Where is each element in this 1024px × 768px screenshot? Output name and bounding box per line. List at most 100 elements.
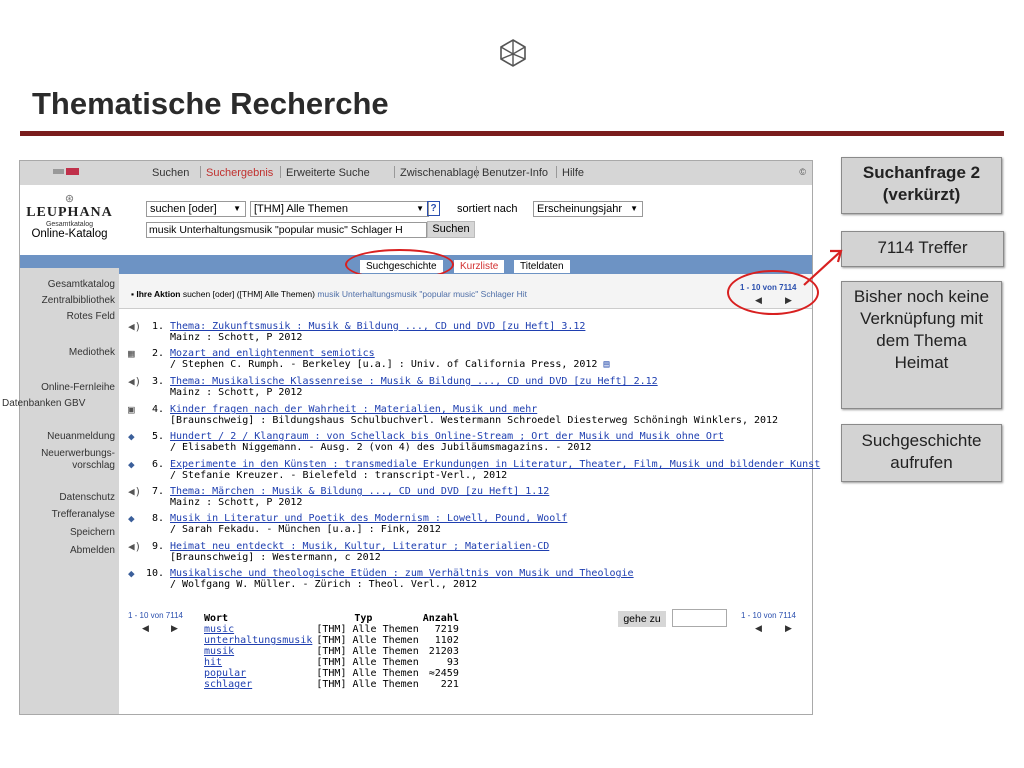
callout-query: Suchanfrage 2 (verkürzt): [841, 157, 1002, 214]
word-count: 21203: [428, 646, 459, 657]
language-switch[interactable]: [53, 167, 79, 176]
sidebar-item-fernleihe[interactable]: Online-Fernleihe: [41, 382, 115, 394]
result-number: 3.: [151, 376, 164, 387]
goto-button[interactable]: gehe zu: [618, 611, 666, 627]
search-button[interactable]: Suchen: [427, 221, 475, 238]
menu-separator: [556, 166, 557, 178]
table-row: hit [THM] Alle Themen 93: [202, 657, 461, 668]
menu-suchen[interactable]: Suchen: [152, 167, 189, 179]
result-meta: / Stefanie Kreuzer. - Bielefeld : transc…: [170, 470, 508, 481]
tab-titeldaten[interactable]: Titeldaten: [514, 260, 570, 273]
german-flag-icon[interactable]: [53, 169, 64, 175]
word-count: 1102: [434, 635, 459, 646]
action-query: musik Unterhaltungsmusik "popular music"…: [317, 289, 527, 299]
prev-page-icon[interactable]: ◀: [755, 623, 762, 634]
sort-label: sortiert nach: [457, 203, 518, 215]
action-label: Ihre Aktion: [136, 289, 181, 299]
search-mode-select[interactable]: suchen [oder] ▼: [146, 201, 246, 217]
next-page-icon[interactable]: ▶: [785, 623, 792, 634]
result-title[interactable]: Musik in Literatur und Poetik des Modern…: [170, 513, 567, 524]
result-title[interactable]: Thema: Zukunftsmusik : Musik & Bildung .…: [170, 321, 585, 332]
pagination-bottom-right: 1 - 10 von 7114: [741, 611, 797, 620]
table-row: schlager [THM] Alle Themen 221: [202, 679, 461, 690]
chevron-down-icon: ▼: [630, 204, 638, 213]
book-icon: ◆: [128, 567, 135, 580]
result-title[interactable]: Mozart and enlightenment semiotics: [170, 348, 375, 359]
sidebar-item-datenschutz[interactable]: Datenschutz: [59, 492, 115, 504]
action-text: ▪ Ihre Aktion suchen [oder] ([THM] Alle …: [131, 289, 527, 299]
menu-benutzer-info[interactable]: Benutzer-Info: [482, 167, 548, 179]
menu-suchergebnis[interactable]: Suchergebnis: [206, 167, 273, 179]
sidebar-item-gesamtkatalog[interactable]: Gesamtkatalog: [48, 279, 115, 291]
result-title[interactable]: Thema: Musikalische Klassenreise : Musik…: [170, 376, 658, 387]
next-page-icon[interactable]: ▶: [171, 623, 178, 634]
result-number: 9.: [151, 541, 164, 552]
sort-select[interactable]: Erscheinungsjahr ▼: [533, 201, 643, 217]
sidebar-item-mediothek[interactable]: Mediothek: [69, 347, 115, 359]
result-meta: / Stephen C. Rumph. - Berkeley [u.a.] : …: [170, 359, 610, 370]
result-meta: [Braunschweig] : Bildungshaus Schulbuchv…: [170, 415, 779, 426]
document-icon[interactable]: ▤: [604, 359, 610, 370]
prev-page-icon[interactable]: ◀: [142, 623, 149, 634]
field-select[interactable]: [THM] Alle Themen ▼: [250, 201, 429, 217]
word-link[interactable]: musik: [202, 646, 314, 657]
tab-kurzliste[interactable]: Kurzliste: [454, 260, 505, 273]
menu-erweiterte-suche[interactable]: Erweiterte Suche: [286, 167, 370, 179]
sidebar: ⊛ LEUPHANA Gesamtkatalog Online-Katalog …: [2, 161, 119, 714]
speaker-icon: ◀): [128, 485, 142, 498]
sidebar-item-neuerwerbungsvorschlag[interactable]: Neuerwerbungs-: [41, 448, 115, 460]
result-title[interactable]: Musikalische und theologische Etüden : z…: [170, 568, 634, 579]
menu-hilfe[interactable]: Hilfe: [562, 167, 584, 179]
goto-input[interactable]: [672, 609, 727, 627]
speaker-icon: ◀): [128, 375, 142, 388]
help-icon[interactable]: ?: [427, 201, 440, 216]
table-header-row: Wort Typ Anzahl: [202, 613, 461, 624]
result-title[interactable]: Thema: Märchen : Musik & Bildung ..., CD…: [170, 486, 549, 497]
sidebar-item-neuerwerbungsvorschlag-2[interactable]: vorschlag: [72, 460, 115, 472]
slide-title: Thematische Recherche: [32, 86, 389, 121]
library-name: LEUPHANA: [26, 205, 113, 220]
word-type: [THM] Alle Themen: [316, 646, 419, 657]
catalog-name: Online-Katalog: [31, 228, 108, 240]
result-title[interactable]: Experimente in den Künsten : transmedial…: [170, 459, 820, 470]
result-title[interactable]: Heimat neu entdeckt : Musik, Kultur, Lit…: [170, 541, 549, 552]
field-value: [THM] Alle Themen: [254, 203, 348, 215]
sidebar-item-speichern[interactable]: Speichern: [70, 527, 115, 539]
sidebar-item-zentralbibliothek[interactable]: Zentralbibliothek: [42, 295, 115, 307]
sidebar-item-datenbanken[interactable]: Datenbanken GBV: [2, 398, 85, 410]
sidebar-item-abmelden[interactable]: Abmelden: [70, 545, 115, 557]
word-type: [THM] Alle Themen: [316, 657, 419, 668]
word-count: 93: [446, 657, 459, 668]
column-header: Anzahl: [422, 613, 459, 624]
word-link[interactable]: music: [202, 624, 314, 635]
word-type: [THM] Alle Themen: [316, 668, 419, 679]
result-meta: [Braunschweig] : Westermann, c 2012: [170, 552, 381, 563]
word-count: 7219: [434, 624, 459, 635]
uk-flag-icon[interactable]: [66, 168, 79, 176]
result-meta: / Wolfgang W. Müller. - Zürich : Theol. …: [170, 579, 478, 590]
sidebar-item-trefferanalyse[interactable]: Trefferanalyse: [52, 509, 115, 521]
word-link[interactable]: hit: [202, 657, 314, 668]
menu-separator: [394, 166, 395, 178]
word-link[interactable]: unterhaltungsmusik: [202, 635, 314, 646]
result-number: 6.: [151, 459, 164, 470]
word-link[interactable]: schlager: [202, 679, 314, 690]
sidebar-item-rotes-feld[interactable]: Rotes Feld: [67, 311, 115, 323]
result-number: 1.: [151, 321, 164, 332]
word-type: [THM] Alle Themen: [316, 635, 419, 646]
action-bar: ▪ Ihre Aktion suchen [oder] ([THM] Alle …: [119, 274, 812, 309]
action-description: suchen [oder] ([THM] Alle Themen): [182, 289, 315, 299]
microfiche-icon: ▦: [128, 347, 135, 360]
sidebar-item-neuanmeldung[interactable]: Neuanmeldung: [47, 431, 115, 443]
result-meta: Mainz : Schott, P 2012: [170, 387, 303, 398]
table-row: popular [THM] Alle Themen ≈2459: [202, 668, 461, 679]
word-link[interactable]: popular: [202, 668, 314, 679]
result-number: 8.: [151, 513, 164, 524]
result-title[interactable]: Kinder fragen nach der Wahrheit : Materi…: [170, 404, 537, 415]
top-menu: Suchen Suchergebnis Erweiterte Suche Zwi…: [119, 161, 812, 185]
library-logo[interactable]: ⊛ LEUPHANA Gesamtkatalog Online-Katalog: [20, 185, 119, 255]
result-title[interactable]: Hundert / 2 / Klangraum : von Schellack …: [170, 431, 724, 442]
menu-zwischenablage[interactable]: Zwischenablage: [400, 167, 480, 179]
search-input[interactable]: musik Unterhaltungsmusik "popular music"…: [146, 222, 427, 238]
result-meta-text: / Stephen C. Rumph. - Berkeley [u.a.] : …: [170, 359, 598, 370]
